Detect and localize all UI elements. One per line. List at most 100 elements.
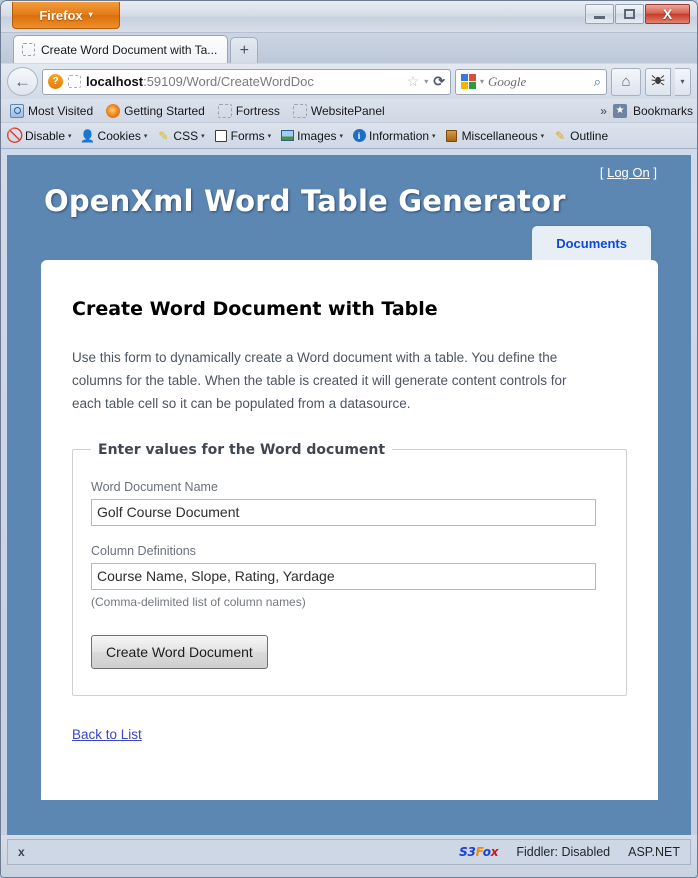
chevron-down-icon: ▾ (540, 132, 545, 140)
webdev-menu-miscellaneous[interactable]: Miscellaneous ▾ (441, 128, 549, 144)
search-bar[interactable]: ▾ Google ⌕ (455, 68, 607, 95)
bookmark-label: Getting Started (124, 103, 205, 118)
status-bar-items: S3Fox Fiddler: Disabled ASP.NET (459, 845, 680, 859)
title-bar: Firefox ▾ X (1, 1, 697, 33)
webdev-menu-outline[interactable]: ✎ Outline (549, 128, 612, 144)
webdev-menu-label: CSS (173, 128, 199, 143)
chevron-down-icon[interactable]: ▾ (424, 77, 428, 86)
chevron-down-icon: ▾ (267, 132, 272, 140)
webdev-menu-label: Forms (230, 128, 265, 143)
webdev-menu-cookies[interactable]: 👤 Cookies ▾ (77, 128, 152, 144)
word-document-name-label: Word Document Name (91, 479, 218, 494)
chevron-down-icon: ▾ (68, 132, 72, 140)
create-word-document-button[interactable]: Create Word Document (91, 634, 268, 669)
outline-pencil-icon: ✎ (555, 128, 566, 143)
new-tab-button[interactable]: + (230, 37, 259, 63)
home-icon: ⌂ (621, 73, 631, 90)
forms-icon (214, 129, 228, 143)
miscellaneous-icon (445, 129, 459, 143)
address-bar[interactable]: ? localhost:59109/Word/CreateWordDoc ☆ ▾… (42, 68, 451, 95)
intro-paragraph: Use this form to dynamically create a Wo… (72, 350, 567, 412)
blank-favicon-icon (22, 43, 35, 56)
chevron-down-icon: ▾ (432, 132, 436, 140)
web-developer-toolbar: 🚫 Disable ▾ 👤 Cookies ▾ ✎ CSS ▾ Forms ▾ … (1, 123, 697, 149)
status-close-button[interactable]: x (18, 845, 25, 859)
tab-documents[interactable]: Documents (532, 226, 651, 260)
field-column-definitions: Column Definitions (Comma-delimited list… (91, 544, 608, 609)
url-text: localhost:59109/Word/CreateWordDoc (86, 74, 402, 89)
s3fox-addon-icon[interactable]: S3Fox (459, 845, 498, 859)
chevron-double-right-icon[interactable]: » (600, 104, 607, 118)
most-visited-icon (10, 103, 24, 118)
chevron-down-icon: ▾ (143, 132, 148, 140)
browser-window: Firefox ▾ X Create Word Document with Ta… (0, 0, 698, 878)
information-icon: i (352, 129, 366, 143)
browser-tab[interactable]: Create Word Document with Ta... (13, 35, 229, 63)
star-folder-icon: ★ (612, 103, 627, 118)
navigation-toolbar: ← ? localhost:59109/Word/CreateWordDoc ☆… (1, 63, 697, 99)
url-host: localhost (86, 74, 144, 89)
webdev-menu-label: Miscellaneous (461, 128, 538, 143)
bookmark-star-icon[interactable]: ☆ (407, 73, 420, 90)
search-input[interactable]: Google (488, 74, 590, 90)
firefox-menu-label: Firefox (39, 7, 83, 23)
webdeveloper-dropdown-button[interactable]: ▾ (675, 67, 691, 96)
firefox-menu-button[interactable]: Firefox ▾ (12, 2, 120, 29)
word-document-form: Enter values for the Word document Word … (72, 441, 627, 696)
identity-icon[interactable]: ? (48, 74, 63, 89)
tab-strip: Create Word Document with Ta... + (1, 33, 697, 63)
chevron-down-icon[interactable]: ▾ (480, 77, 484, 86)
search-icon[interactable]: ⌕ (594, 74, 601, 90)
disable-icon: 🚫 (6, 127, 24, 143)
webdev-menu-disable[interactable]: 🚫 Disable ▾ (4, 127, 76, 144)
status-bar: x S3Fox Fiddler: Disabled ASP.NET (1, 835, 697, 877)
back-button[interactable]: ← (7, 67, 38, 96)
aspnet-status[interactable]: ASP.NET (628, 845, 680, 859)
address-bar-icons: ☆ ▾ ⟳ (407, 73, 445, 90)
close-button[interactable]: X (645, 4, 690, 24)
site-title: OpenXml Word Table Generator (44, 184, 566, 218)
form-actions: Create Word Document (91, 634, 608, 669)
home-button[interactable]: ⌂ (611, 67, 641, 96)
url-path: :59109/Word/CreateWordDoc (143, 74, 314, 89)
webdev-menu-css[interactable]: ✎ CSS ▾ (152, 128, 208, 144)
reload-icon[interactable]: ⟳ (433, 73, 445, 90)
chevron-down-icon: ▾ (88, 10, 93, 19)
bookmark-fortress[interactable]: Fortress (213, 103, 285, 119)
webdev-menu-forms[interactable]: Forms ▾ (210, 128, 276, 144)
chevron-down-icon: ▾ (680, 77, 685, 86)
web-page: [ Log On ] OpenXml Word Table Generator … (7, 155, 691, 835)
column-definitions-label: Column Definitions (91, 543, 196, 558)
main-menu: Documents (25, 226, 673, 260)
bookmark-label: Most Visited (28, 103, 94, 118)
cookie-icon: 👤 (80, 128, 96, 143)
minimize-button[interactable] (585, 4, 614, 24)
arrow-left-icon: ← (14, 71, 31, 91)
log-on-link[interactable]: Log On (607, 165, 650, 180)
window-controls: X (585, 4, 690, 24)
main-content: Create Word Document with Table Use this… (41, 260, 658, 800)
column-definitions-input[interactable] (91, 562, 596, 590)
blank-favicon-icon (292, 103, 307, 118)
maximize-button[interactable] (615, 4, 644, 24)
webdev-menu-label: Disable (25, 128, 66, 143)
blank-favicon-icon (217, 103, 232, 118)
webdev-menu-images[interactable]: Images ▾ (276, 128, 347, 144)
fiddler-status[interactable]: Fiddler: Disabled (516, 845, 610, 859)
bookmark-getting-started[interactable]: Getting Started (101, 103, 210, 119)
spider-icon (651, 74, 665, 90)
word-document-name-input[interactable] (91, 498, 596, 526)
webdeveloper-button[interactable] (645, 67, 671, 96)
webdev-menu-label: Cookies (97, 128, 141, 143)
bookmark-websitepanel[interactable]: WebsitePanel (288, 103, 390, 119)
back-to-list-link[interactable]: Back to List (72, 727, 142, 742)
site-favicon-icon (68, 75, 81, 88)
close-icon: X (662, 6, 673, 22)
status-bar-inner: x S3Fox Fiddler: Disabled ASP.NET (7, 839, 691, 865)
css-pencil-icon: ✎ (158, 128, 169, 143)
bookmarks-menu-label[interactable]: Bookmarks (633, 104, 693, 118)
firefox-icon (106, 103, 121, 118)
webdev-menu-information[interactable]: i Information ▾ (348, 128, 440, 144)
bookmark-label: WebsitePanel (310, 103, 385, 118)
bookmark-most-visited[interactable]: Most Visited (5, 103, 98, 119)
